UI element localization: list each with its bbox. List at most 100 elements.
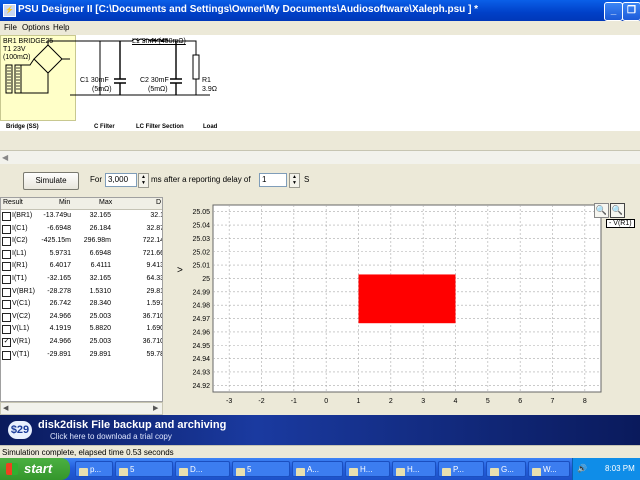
table-row[interactable]: I(L1) 5.9731 6.6948 721.66 [1, 248, 162, 261]
duration-spinner[interactable]: ▲ ▼ [138, 173, 149, 188]
restore-button[interactable]: ❐ [622, 2, 640, 21]
menu-file[interactable]: File [4, 23, 17, 32]
taskbar-button[interactable]: G... [486, 461, 526, 477]
x-tick-label: 2 [389, 398, 393, 405]
ad-banner[interactable]: $29 disk2disk File backup and archiving … [0, 415, 640, 445]
y-tick-label: 24.99 [192, 289, 210, 296]
delay-input[interactable]: 1 [259, 173, 287, 187]
x-tick-label: 5 [486, 398, 490, 405]
result-d: 64.33 [146, 275, 163, 282]
row-checkbox[interactable] [2, 300, 11, 310]
y-tick-label: 24.94 [192, 356, 210, 363]
x-tick-label: 3 [421, 398, 425, 405]
x-tick-label: 0 [324, 398, 328, 405]
taskbar-button[interactable]: H... [392, 461, 436, 477]
taskbar-button-label: 5 [130, 465, 135, 474]
taskbar-button[interactable]: 5 [232, 461, 290, 477]
table-row[interactable]: I(C2) -425.15m 296.98m 722.14 [1, 235, 162, 248]
app-icon [179, 468, 188, 476]
ad-download-link[interactable]: Click here to download a trial copy [50, 432, 172, 441]
x-tick-label: 4 [454, 398, 458, 405]
col-d[interactable]: D [156, 199, 161, 206]
row-checkbox[interactable] [2, 224, 11, 234]
results-scrollbar[interactable]: ◀ ▶ [0, 402, 163, 415]
row-checkbox[interactable] [2, 249, 11, 259]
x-tick-label: 8 [583, 398, 587, 405]
row-checkbox[interactable]: ✓ [2, 338, 11, 347]
table-row[interactable]: I(T1) -32.165 32.165 64.33 [1, 273, 163, 286]
app-icon [79, 468, 88, 476]
caption-c-filter: C Filter [94, 124, 115, 130]
c2-esr: (5mΩ) [148, 86, 168, 93]
app-icon: ⚡ [3, 4, 16, 17]
result-max: 6.4111 [90, 262, 111, 270]
app-icon [236, 468, 245, 476]
col-result[interactable]: Result [3, 199, 23, 206]
result-max: 29.891 [89, 350, 111, 358]
menu-help[interactable]: Help [53, 23, 69, 32]
row-checkbox[interactable] [2, 275, 11, 284]
cursor-indicator: > [177, 265, 183, 276]
table-row[interactable]: I(R1) 6.4017 6.4111 9.413 [1, 260, 162, 273]
ad-headline[interactable]: disk2disk File backup and archiving [38, 419, 226, 431]
taskbar-button[interactable]: 5 [115, 461, 173, 477]
row-checkbox[interactable] [2, 287, 11, 297]
row-checkbox[interactable] [2, 262, 11, 272]
table-row[interactable]: I(C1) -6.6948 26.184 32.87 [1, 223, 162, 236]
taskbar-button[interactable]: H... [345, 461, 390, 477]
table-row[interactable]: ✓ V(R1) 24.966 25.003 36.710 [1, 336, 162, 349]
app-icon [296, 468, 305, 476]
voltage-chart[interactable]: 25.0525.0425.0325.0225.012524.9924.9824.… [163, 197, 640, 415]
scroll-left-icon[interactable]: ◀ [3, 404, 8, 412]
taskbar-button-label: p... [90, 465, 102, 474]
table-row[interactable]: I(BR1) -13.749u 32.165 32.1 [1, 210, 163, 223]
result-min: -28.278 [47, 287, 71, 295]
transformer-resistance: (100mΩ) [3, 54, 31, 61]
start-button[interactable]: start [0, 458, 70, 480]
zoom-out-icon[interactable]: 🔍 [610, 203, 625, 218]
table-row[interactable]: V(L1) 4.1919 5.8820 1.690 [1, 323, 162, 336]
col-min[interactable]: Min [59, 199, 70, 206]
x-tick-label: 7 [551, 398, 555, 405]
row-checkbox[interactable] [2, 350, 11, 360]
scroll-right-icon[interactable]: ▶ [153, 404, 158, 412]
result-max: 1.5310 [89, 287, 111, 295]
col-max[interactable]: Max [99, 199, 112, 206]
row-checkbox[interactable] [2, 325, 11, 335]
caption-bridge: Bridge (SS) [6, 124, 39, 130]
minimize-button[interactable]: _ [604, 2, 623, 21]
table-row[interactable]: V(T1) -29.891 29.891 59.78 [1, 349, 162, 362]
result-d: 1.597 [146, 300, 163, 308]
result-min: 4.1919 [49, 325, 71, 333]
table-row[interactable]: V(BR1) -28.278 1.5310 29.81 [1, 286, 162, 299]
taskbar-button[interactable]: D... [175, 461, 230, 477]
zoom-in-icon[interactable]: 🔍 [594, 203, 609, 218]
menu-options[interactable]: Options [22, 23, 50, 32]
volume-icon[interactable]: 🔊 [577, 464, 587, 473]
taskbar-button[interactable]: P... [438, 461, 484, 477]
table-row[interactable]: V(C1) 26.742 28.340 1.597 [1, 298, 163, 311]
duration-input[interactable]: 3,000 [105, 173, 137, 187]
x-tick-label: -1 [291, 398, 297, 405]
row-checkbox[interactable] [2, 237, 11, 247]
result-min: -32.165 [47, 275, 71, 282]
r1-label: R1 [202, 77, 211, 84]
title-bar[interactable]: ⚡ PSU Designer II [C:\Documents and Sett… [0, 0, 640, 21]
simulate-button[interactable]: Simulate [23, 172, 79, 190]
y-tick-label: 24.96 [192, 329, 210, 336]
delay-spinner[interactable]: ▲ ▼ [289, 173, 300, 188]
row-checkbox[interactable] [2, 312, 11, 322]
taskbar-button[interactable]: p... [75, 461, 113, 477]
result-d: 32.1 [150, 212, 163, 219]
result-name: V(R1) [12, 338, 31, 345]
x-tick-label: -3 [226, 398, 232, 405]
table-row[interactable]: V(C2) 24.966 25.003 36.710 [1, 311, 162, 324]
taskbar-button-label: H... [407, 465, 420, 474]
result-min: 26.742 [49, 300, 71, 308]
taskbar-button[interactable]: W... [528, 461, 570, 477]
result-min: -13.749u [43, 212, 71, 219]
row-checkbox[interactable] [2, 212, 11, 221]
taskbar-button[interactable]: A... [292, 461, 343, 477]
taskbar: start p... 5 D... 5 A... H... H... P... G... W...… [0, 458, 640, 480]
scroll-left-icon[interactable]: ◀ [2, 153, 8, 162]
